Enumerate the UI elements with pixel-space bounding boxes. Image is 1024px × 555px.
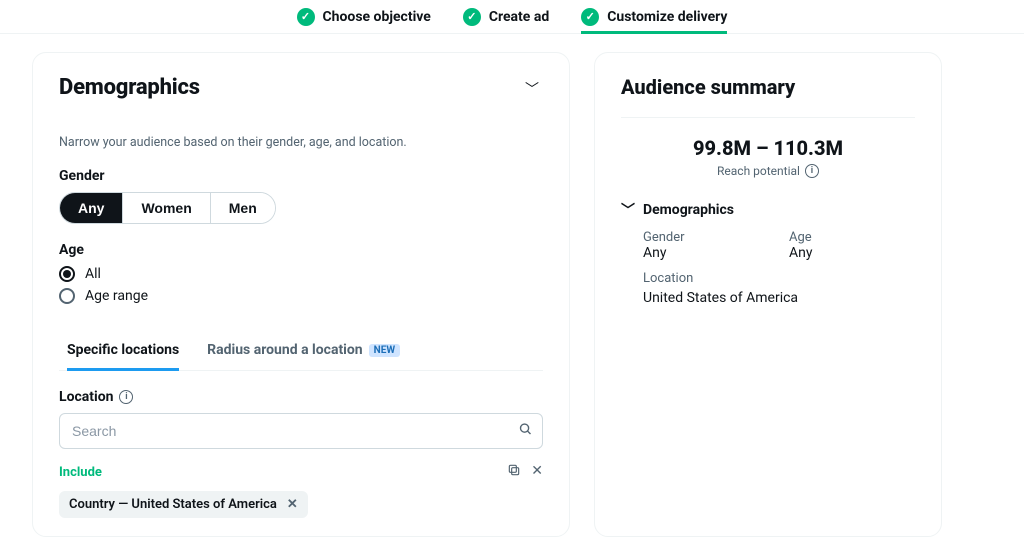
reach-value: 99.8M – 110.3M <box>621 136 915 160</box>
gender-men-button[interactable]: Men <box>210 193 275 223</box>
demographics-card: Demographics ﹀ Narrow your audience base… <box>32 52 570 537</box>
location-label: Location <box>59 389 113 405</box>
new-badge: NEW <box>369 344 400 357</box>
step-label: Create ad <box>489 9 549 25</box>
check-icon: ✓ <box>297 8 315 26</box>
info-icon[interactable]: i <box>805 164 819 178</box>
age-range-radio[interactable]: Age range <box>59 288 543 304</box>
audience-summary-card: Audience summary 99.8M – 110.3M Reach po… <box>594 52 942 537</box>
summary-demographics-head[interactable]: ﹀ Demographics <box>621 200 915 220</box>
age-radio-group: All Age range <box>59 266 543 304</box>
chip-text: Country — United States of America <box>69 497 277 512</box>
check-icon: ✓ <box>463 8 481 26</box>
step-label: Choose objective <box>323 9 431 25</box>
gender-women-button[interactable]: Women <box>122 193 209 223</box>
location-chip: Country — United States of America ✕ <box>59 491 308 518</box>
step-choose-objective[interactable]: ✓ Choose objective <box>297 0 431 33</box>
stepper: ✓ Choose objective ✓ Create ad ✓ Customi… <box>0 0 1024 34</box>
demographics-title: Demographics <box>59 75 200 100</box>
audience-summary-title: Audience summary <box>621 75 915 99</box>
step-customize-delivery[interactable]: ✓ Customize delivery <box>581 0 727 33</box>
close-icon[interactable]: ✕ <box>531 463 543 481</box>
chevron-down-icon: ﹀ <box>621 200 635 220</box>
tab-radius-location[interactable]: Radius around a location NEW <box>207 332 400 370</box>
step-create-ad[interactable]: ✓ Create ad <box>463 0 549 33</box>
location-tabs: Specific locations Radius around a locat… <box>59 332 543 371</box>
tab-label: Radius around a location <box>207 342 362 358</box>
chevron-down-icon[interactable]: ﹀ <box>521 75 543 103</box>
summary-location-val: United States of America <box>643 290 915 306</box>
chip-remove-icon[interactable]: ✕ <box>287 497 298 512</box>
location-search-input[interactable] <box>59 413 543 449</box>
check-icon: ✓ <box>581 8 599 26</box>
summary-gender-val: Any <box>643 245 769 261</box>
summary-age-key: Age <box>789 230 915 245</box>
location-search-wrap <box>59 413 543 449</box>
demographics-help: Narrow your audience based on their gend… <box>59 135 543 150</box>
radio-checked-icon <box>59 266 75 282</box>
reach-label: Reach potential i <box>621 164 915 178</box>
step-label: Customize delivery <box>607 9 727 25</box>
summary-demo-grid: Gender Any Age Any <box>621 230 915 261</box>
summary-demo-label: Demographics <box>643 202 734 218</box>
gender-segmented: Any Women Men <box>59 192 276 224</box>
gender-any-button[interactable]: Any <box>60 193 122 223</box>
include-actions: ✕ <box>507 463 543 481</box>
age-all-radio[interactable]: All <box>59 266 543 282</box>
divider <box>621 117 915 118</box>
reach-label-text: Reach potential <box>717 164 800 178</box>
summary-gender-key: Gender <box>643 230 769 245</box>
include-label: Include <box>59 465 102 480</box>
tab-specific-locations[interactable]: Specific locations <box>67 332 179 370</box>
tab-label: Specific locations <box>67 342 179 358</box>
summary-location-key: Location <box>643 271 915 286</box>
age-all-label: All <box>85 266 101 282</box>
summary-age-val: Any <box>789 245 915 261</box>
search-icon[interactable] <box>518 422 533 441</box>
age-range-label: Age range <box>85 288 148 304</box>
age-label: Age <box>59 242 543 258</box>
radio-unchecked-icon <box>59 288 75 304</box>
info-icon[interactable]: i <box>119 390 133 404</box>
gender-label: Gender <box>59 168 543 184</box>
copy-icon[interactable] <box>507 463 521 481</box>
